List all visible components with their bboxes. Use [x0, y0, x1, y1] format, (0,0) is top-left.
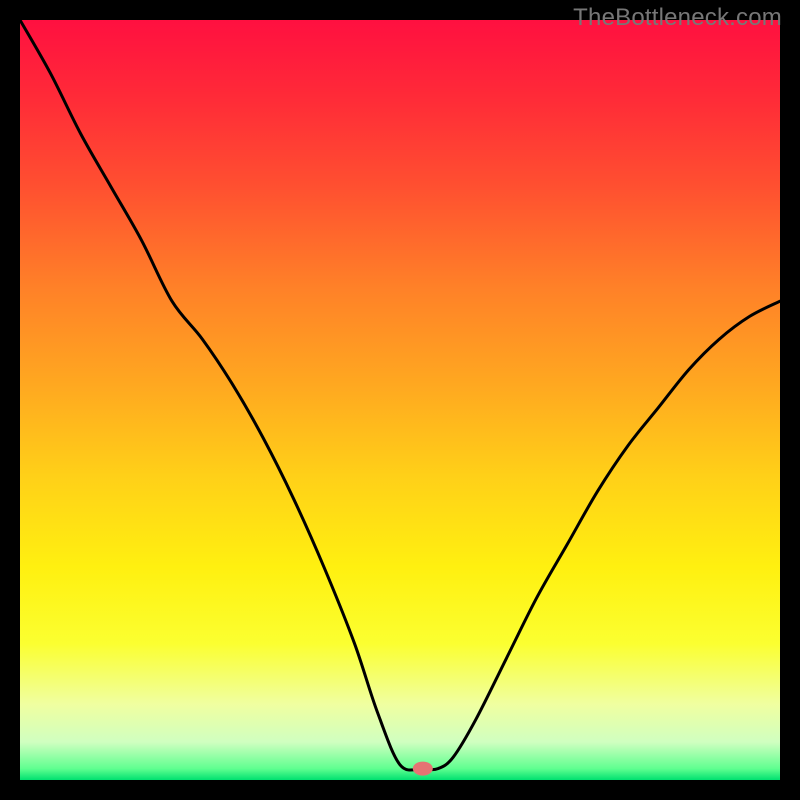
chart-svg [20, 20, 780, 780]
minimum-marker [413, 762, 433, 776]
watermark-text: TheBottleneck.com [573, 4, 782, 32]
chart-container: TheBottleneck.com [0, 0, 800, 800]
plot-area [20, 20, 780, 780]
